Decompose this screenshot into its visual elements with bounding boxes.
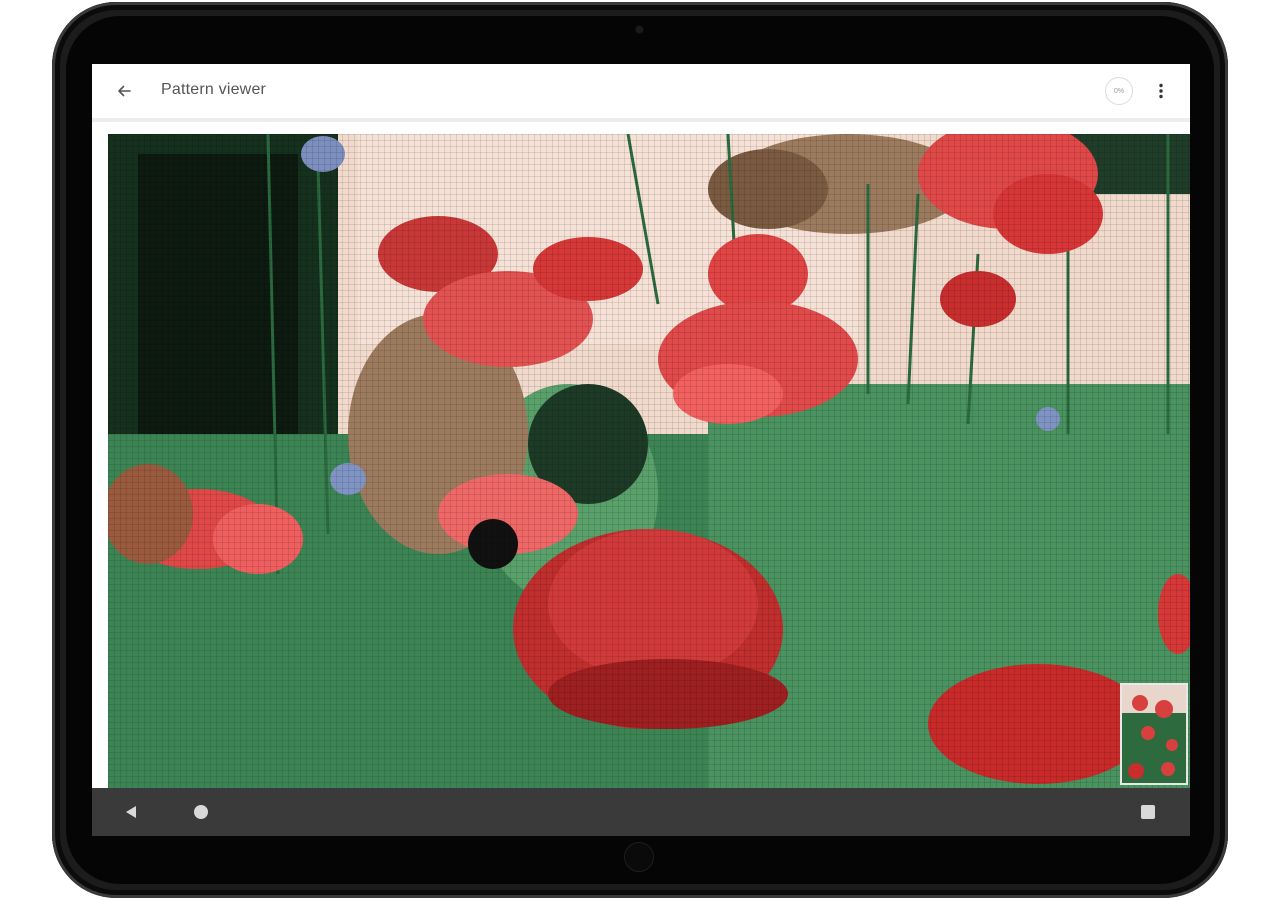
pattern-canvas[interactable] xyxy=(108,134,1190,788)
progress-indicator[interactable]: 0% xyxy=(1105,77,1133,105)
more-options-button[interactable] xyxy=(1150,79,1172,103)
triangle-back-icon xyxy=(126,806,136,818)
minimap-thumbnail[interactable] xyxy=(1120,683,1188,785)
page-title: Pattern viewer xyxy=(161,81,267,98)
pattern-image xyxy=(108,134,1190,788)
nav-back-button[interactable] xyxy=(124,804,140,820)
circle-home-icon[interactable] xyxy=(194,805,208,819)
app-bar: Pattern viewer 0% xyxy=(92,64,1190,119)
device-screen: Pattern viewer 0% xyxy=(92,64,1190,836)
system-nav-bar xyxy=(92,788,1190,836)
more-vert-icon xyxy=(1159,83,1163,99)
app-bar-divider xyxy=(92,118,1190,122)
square-recents-icon[interactable] xyxy=(1141,805,1155,819)
back-button[interactable] xyxy=(112,79,136,103)
camera-icon xyxy=(636,26,643,33)
minimap-image xyxy=(1122,685,1186,783)
hardware-home-button xyxy=(624,842,654,872)
arrow-left-icon xyxy=(118,85,131,97)
